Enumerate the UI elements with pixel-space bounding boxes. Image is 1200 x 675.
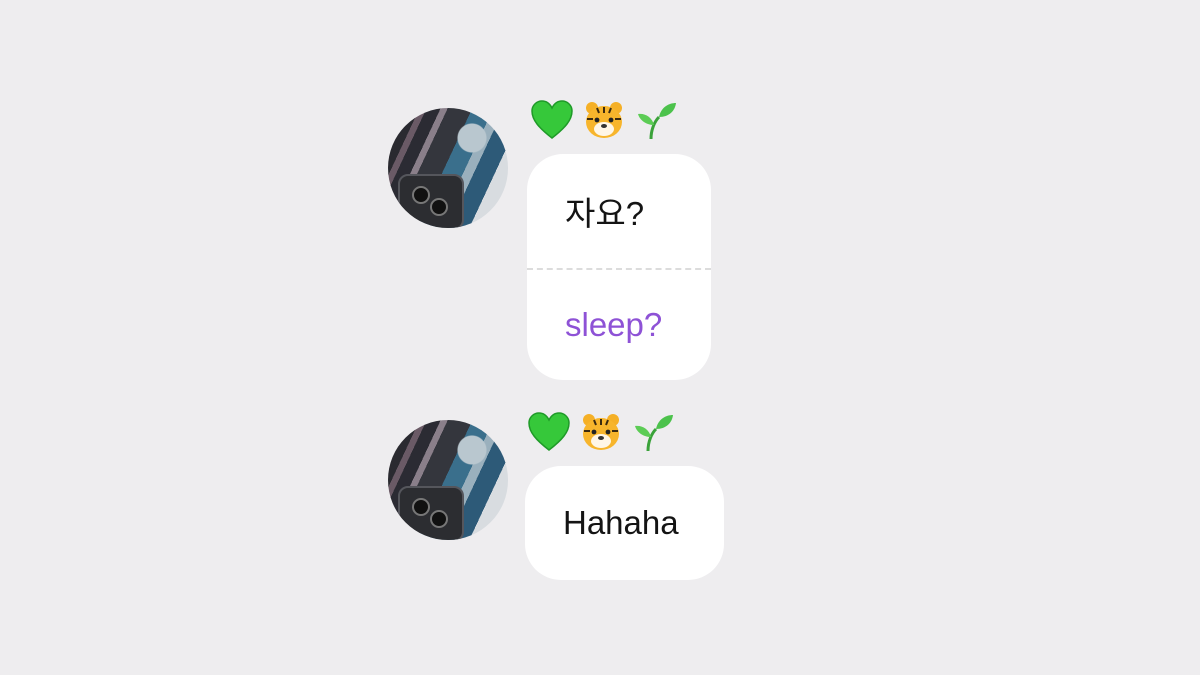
message-text: 자요? bbox=[565, 195, 645, 232]
avatar[interactable] bbox=[388, 108, 508, 228]
emoji-reactions bbox=[527, 410, 675, 454]
message-bubble[interactable]: 자요? sleep? bbox=[527, 154, 711, 380]
emoji-reactions bbox=[530, 98, 678, 142]
message-bubble[interactable]: Hahaha bbox=[525, 466, 724, 580]
translation-text: sleep? bbox=[565, 306, 663, 343]
tiger-face-icon bbox=[582, 98, 626, 142]
tiger-face-icon bbox=[579, 410, 623, 454]
green-heart-icon bbox=[527, 410, 571, 454]
phone-image bbox=[398, 174, 464, 228]
avatar[interactable] bbox=[388, 420, 508, 540]
message-text: Hahaha bbox=[563, 504, 679, 541]
seedling-icon bbox=[631, 410, 675, 454]
green-heart-icon bbox=[530, 98, 574, 142]
seedling-icon bbox=[634, 98, 678, 142]
phone-image bbox=[398, 486, 464, 540]
